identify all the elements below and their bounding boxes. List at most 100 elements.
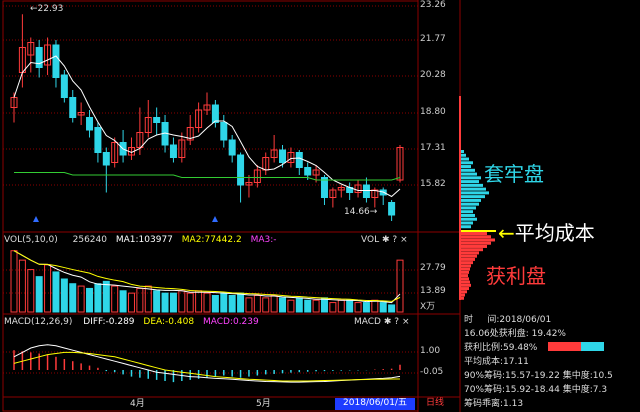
candle-body [388,202,396,216]
ma-lines [13,55,401,222]
chip-bar-profit [461,293,465,297]
chip-bar-profit [461,280,470,284]
chip-bar-profit [461,267,470,271]
high-price-label: ←22.93 [30,4,64,14]
volume-bar [320,297,328,313]
candle-body [94,127,102,153]
chip-bar-trapped [461,157,469,161]
volume-bar [337,299,345,313]
volume-bar [136,287,144,313]
chip-bar-profit [461,290,467,294]
volume-bar [388,304,396,313]
chip-bar-profit [461,235,491,239]
close-icon[interactable]: × [400,235,408,245]
close-icon[interactable]: × [402,317,410,327]
profit-label: 获利盘 [486,264,546,288]
ma-long-line [14,172,401,181]
info-time: 时 间:2018/06/01 [464,315,552,325]
gear-icon[interactable]: ✱ [384,317,392,327]
volume-bar [354,302,362,313]
volume-bar [69,283,77,313]
volume-bar [94,283,102,313]
candle-body [60,74,68,98]
price-tick: 21.77 [420,34,446,44]
chip-bar-trapped [461,225,471,229]
chip-bar-profit [461,241,491,245]
ma5-line [13,55,401,198]
chip-bar-profit [461,277,469,281]
vol-unit: X万 [420,302,436,312]
help-icon[interactable]: ? [392,235,397,245]
chip-bar-profit [461,283,471,287]
price-tick: 17.31 [420,143,446,153]
chip-bar-trapped [461,150,464,153]
marker-icon [33,216,39,222]
gear-icon[interactable]: ✱ [382,235,390,245]
chip-bar-trapped [461,187,486,191]
info-profit-at: 16.06处获利盘: 19.42% [464,329,566,339]
candle-body [295,152,303,168]
volume-bar [262,297,270,313]
chip-bar-trapped [461,161,473,165]
chip-bar-trapped [461,213,475,217]
chip-bar-trapped [461,202,479,206]
volume-bar [111,285,119,313]
marker-icon [212,216,218,222]
vol-controls: VOL ✱ ? × [361,235,408,245]
volume-bar [203,292,211,313]
volume-bar [312,299,320,313]
month-label: 5月 [256,399,271,409]
candle-body [237,154,245,186]
info-avg-cost: 平均成本:17.11 [464,357,529,367]
price-tick: 15.82 [420,179,446,189]
chip-bar-profit [461,257,475,261]
candle-body [228,139,236,156]
arrow-right-icon: → [369,207,378,217]
macd-tag: MACD [354,317,381,327]
chip-bar-profit [461,274,468,278]
period-box[interactable]: 日线 [420,398,450,410]
volume-bar [228,295,236,313]
chip-bar-trapped [461,206,476,210]
profit-ratio-fill [548,342,582,351]
volume-bar [44,264,52,313]
candle-body [52,44,60,78]
volume-bar [237,292,245,313]
candle-body [279,149,287,163]
candle-body [169,144,177,158]
chip-bar-trapped [461,172,477,176]
volume-bar [119,290,127,313]
volume-bar [35,276,43,313]
arrow-left-icon: ← [30,4,38,14]
volume-bar [245,297,253,313]
volume-bar [396,259,404,313]
chip-bar-trapped [461,183,483,187]
chip-bar-trapped [461,195,485,199]
chip-bar-trapped [461,168,475,172]
chip-bar-profit [461,248,483,252]
candles [10,14,404,221]
volume-bar [304,299,312,313]
vol-tag: VOL [361,235,380,245]
month-label: 4月 [130,399,145,409]
chip-bar-trapped [461,191,489,195]
macd-tick: 1.00 [420,346,441,356]
info-70: 70%筹码:15.92-18.44 集中度:7.3 [464,385,608,395]
candle-body [86,117,94,131]
candle-body [362,184,370,198]
chip-bar-trapped [461,210,473,214]
chip-bar-profit [461,287,469,291]
volume-bar [60,278,68,313]
volume-bar [279,297,287,313]
frame [2,0,419,412]
help-icon[interactable]: ? [394,317,399,327]
vol-tick: 27.79 [420,263,446,273]
volume-bar [161,292,169,313]
candle-body [211,104,219,123]
info-profit-ratio: 获利比例:59.48% [464,343,538,353]
vol-tick: 13.89 [420,286,446,296]
chip-bar-trapped [461,217,477,221]
volume-bar [86,287,94,313]
info-90: 90%筹码:15.57-19.22 集中度:10.5 [464,371,613,381]
avg-cost-label: ←平均成本 [498,221,595,245]
